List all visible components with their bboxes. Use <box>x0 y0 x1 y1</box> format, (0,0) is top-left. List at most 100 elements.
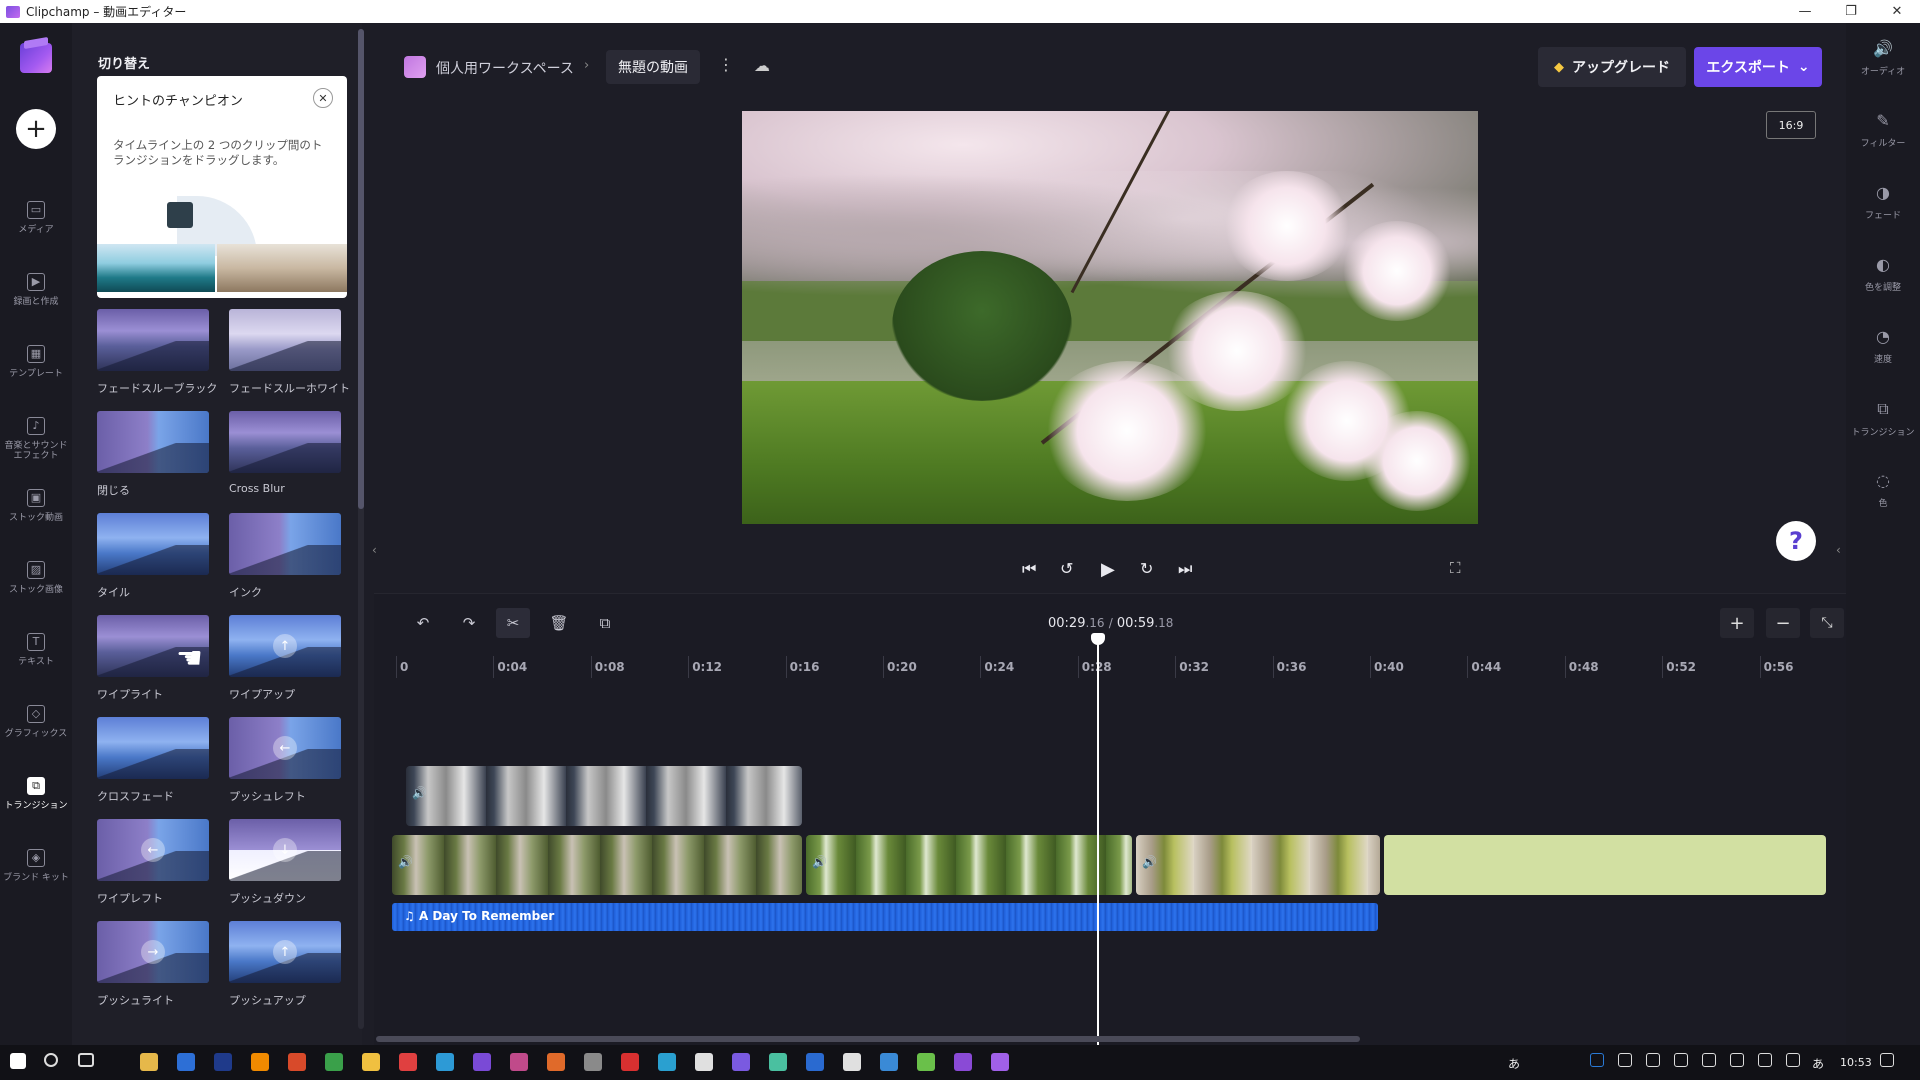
transition-thumbnail[interactable] <box>97 309 209 371</box>
transition-thumbnail[interactable] <box>229 411 341 473</box>
transition-thumbnail[interactable]: → <box>97 921 209 983</box>
system-tray-icon[interactable] <box>1618 1053 1632 1067</box>
video-clip-cloth[interactable]: 🔊 <box>1136 835 1380 895</box>
zoom-out-icon[interactable]: − <box>1766 608 1800 638</box>
system-tray-icon[interactable] <box>1758 1053 1772 1067</box>
redo-icon[interactable]: ↷ <box>452 608 486 638</box>
tip-close-icon[interactable]: ✕ <box>313 88 333 108</box>
aspect-ratio-button[interactable]: 16:9 <box>1766 111 1816 139</box>
system-tray-icon[interactable] <box>1646 1053 1660 1067</box>
transition-thumbnail[interactable] <box>97 717 209 779</box>
transition-item[interactable]: インク <box>229 513 341 600</box>
property-speaker[interactable]: 🔊 オーディオ <box>1846 39 1920 99</box>
transition-thumbnail[interactable]: ↑ <box>229 615 341 677</box>
taskbar-app-icon[interactable] <box>177 1053 195 1071</box>
taskbar-app-icon[interactable] <box>214 1053 232 1071</box>
play-icon[interactable]: ▶ <box>1101 559 1115 580</box>
cloud-sync-off-icon[interactable]: ☁ <box>754 56 776 76</box>
split-scissors-icon[interactable]: ✂ <box>496 608 530 638</box>
taskbar-app-icon[interactable] <box>843 1053 861 1071</box>
system-tray-icon[interactable] <box>1786 1053 1800 1067</box>
property-transition[interactable]: ⧉ トランジション <box>1846 399 1920 459</box>
transition-item[interactable]: Cross Blur <box>229 411 341 495</box>
taskbar-app-icon[interactable] <box>584 1053 602 1071</box>
minimize-button[interactable]: — <box>1782 0 1828 23</box>
taskbar-app-icon[interactable] <box>288 1053 306 1071</box>
volume-icon[interactable]: 🔊 <box>398 855 413 869</box>
transition-thumbnail[interactable]: ↑ <box>229 921 341 983</box>
video-clip-cherry-trees[interactable]: 🔊 <box>392 835 802 895</box>
forward-5s-icon[interactable]: ↻ <box>1140 559 1153 578</box>
playhead[interactable] <box>1091 633 1105 1045</box>
task-view-icon[interactable] <box>78 1053 94 1067</box>
collapse-left-panel-icon[interactable]: ‹ <box>372 543 377 557</box>
transition-item[interactable]: フェードスルーホワイト <box>229 309 350 396</box>
taskbar-app-icon[interactable] <box>991 1053 1009 1071</box>
property-color-adjust[interactable]: ◐ 色を調整 <box>1846 255 1920 315</box>
panel-scrollbar[interactable] <box>358 29 364 1029</box>
zoom-in-icon[interactable]: + <box>1720 608 1754 638</box>
nav-item-transition[interactable]: ⧉ トランジション <box>0 771 72 831</box>
transition-item[interactable]: ↓ プッシュダウン <box>229 819 341 906</box>
property-palette[interactable]: ◌ 色 <box>1846 471 1920 531</box>
notifications-icon[interactable] <box>1880 1053 1894 1067</box>
transition-thumbnail[interactable] <box>229 513 341 575</box>
transition-thumbnail[interactable]: ← <box>97 819 209 881</box>
add-media-button[interactable]: + <box>16 109 56 149</box>
nav-item-music[interactable]: ♪ 音楽とサウンド エフェクト <box>0 411 72 471</box>
ime-mode-indicator[interactable]: あ <box>1508 1055 1520 1072</box>
taskbar-app-icon[interactable] <box>510 1053 528 1071</box>
nav-item-image[interactable]: ▨ ストック画像 <box>0 555 72 615</box>
system-tray-icon[interactable] <box>1590 1053 1604 1067</box>
ime-mode-indicator-tray[interactable]: あ <box>1812 1055 1824 1072</box>
taskbar-app-icon[interactable] <box>473 1053 491 1071</box>
taskbar-app-icon[interactable] <box>547 1053 565 1071</box>
upgrade-button[interactable]: ◆ アップグレード <box>1538 47 1686 87</box>
property-speed[interactable]: ◔ 速度 <box>1846 327 1920 387</box>
taskbar-app-icon[interactable] <box>399 1053 417 1071</box>
volume-icon[interactable]: 🔊 <box>1142 855 1157 869</box>
property-wand[interactable]: ✎ フィルター <box>1846 111 1920 171</box>
duplicate-icon[interactable]: ⧉ <box>588 608 622 638</box>
transition-item[interactable]: ↑ ワイプアップ <box>229 615 341 702</box>
nav-item-camera[interactable]: ▶ 録画と作成 <box>0 267 72 327</box>
transition-thumbnail[interactable]: ↓ <box>229 819 341 881</box>
workspace-name[interactable]: 個人用ワークスペース <box>436 58 574 78</box>
undo-icon[interactable]: ↶ <box>406 608 440 638</box>
taskbar-app-icon[interactable] <box>436 1053 454 1071</box>
close-window-button[interactable]: ✕ <box>1874 0 1920 23</box>
video-clip-person[interactable]: 🔊 <box>406 766 802 826</box>
transition-item[interactable]: → プッシュライト <box>97 921 209 1008</box>
video-clip-grass[interactable]: 🔊 <box>806 835 1132 895</box>
transition-item[interactable]: 閉じる <box>97 411 209 498</box>
transition-item[interactable]: フェードスルーブラック <box>97 309 217 396</box>
taskbar-app-icon[interactable] <box>769 1053 787 1071</box>
taskbar-app-icon[interactable] <box>917 1053 935 1071</box>
transition-item[interactable]: ← プッシュレフト <box>229 717 341 804</box>
windows-start-icon[interactable] <box>10 1053 26 1069</box>
transition-item[interactable]: ← ワイプレフト <box>97 819 209 906</box>
nav-item-text[interactable]: T テキスト <box>0 627 72 687</box>
taskbar-app-icon[interactable] <box>658 1053 676 1071</box>
audio-clip[interactable]: ♫ A Day To Remember <box>392 903 1378 931</box>
delete-icon[interactable]: 🗑 <box>542 608 576 638</box>
transition-item[interactable]: クロスフェード <box>97 717 209 804</box>
taskbar-app-icon[interactable] <box>140 1053 158 1071</box>
export-button[interactable]: エクスポート ⌄ <box>1694 47 1822 87</box>
clipchamp-logo-icon[interactable] <box>20 43 52 73</box>
taskbar-app-icon[interactable] <box>621 1053 639 1071</box>
transition-item[interactable]: タイル <box>97 513 209 600</box>
system-tray-icon[interactable] <box>1730 1053 1744 1067</box>
transition-item[interactable]: ↑ プッシュアップ <box>229 921 341 1008</box>
transition-thumbnail[interactable] <box>97 411 209 473</box>
nav-item-film[interactable]: ▣ ストック動画 <box>0 483 72 543</box>
transition-thumbnail[interactable] <box>97 513 209 575</box>
transition-thumbnail[interactable]: ← <box>229 717 341 779</box>
taskbar-app-icon[interactable] <box>954 1053 972 1071</box>
transition-thumbnail[interactable] <box>229 309 341 371</box>
more-options-icon[interactable]: ⋮ <box>718 55 734 74</box>
search-icon[interactable] <box>44 1053 58 1067</box>
taskbar-app-icon[interactable] <box>362 1053 380 1071</box>
taskbar-app-icon[interactable] <box>251 1053 269 1071</box>
video-preview[interactable] <box>742 111 1478 524</box>
